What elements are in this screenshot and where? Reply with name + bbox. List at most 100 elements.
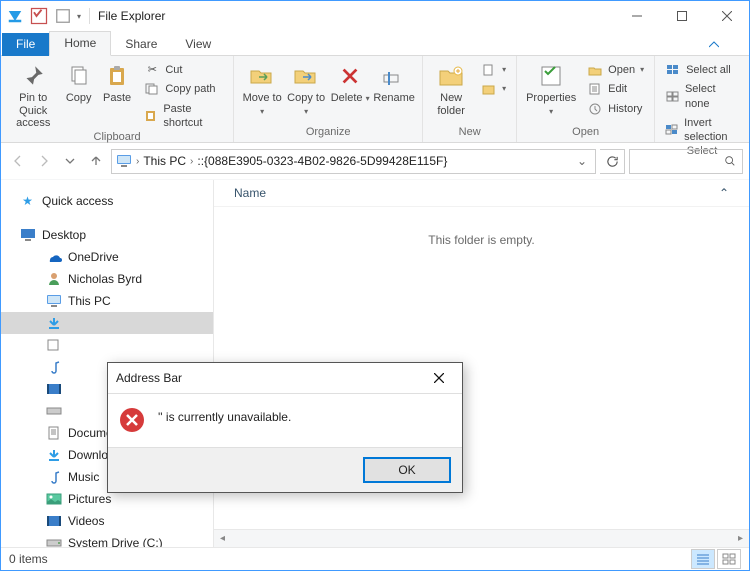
open-icon <box>587 63 603 77</box>
pictures-icon <box>45 491 62 508</box>
download-arrow-icon <box>45 315 62 332</box>
nav-system-drive[interactable]: System Drive (C:) <box>1 532 213 547</box>
pin-icon <box>18 62 48 90</box>
scroll-left-icon[interactable]: ◂ <box>214 530 231 547</box>
drive-c-icon <box>45 535 62 548</box>
nav-quick-access[interactable]: ★Quick access <box>1 190 213 212</box>
folder-icon <box>45 337 62 354</box>
properties-button[interactable]: Properties ▾ <box>523 58 579 117</box>
tab-file[interactable]: File <box>2 33 49 56</box>
easy-access-icon <box>481 82 497 96</box>
properties-icon <box>536 62 566 90</box>
rename-button[interactable]: Rename <box>372 58 416 105</box>
column-name[interactable]: Name <box>214 186 719 200</box>
recent-dropdown[interactable] <box>59 150 81 172</box>
nav-this-pc[interactable]: This PC <box>1 290 213 312</box>
paste-shortcut-icon <box>144 109 158 123</box>
app-icon <box>5 6 25 26</box>
edit-icon <box>587 82 603 96</box>
help-button[interactable]: ? <box>729 47 749 55</box>
copy-path-button[interactable]: Copy path <box>140 81 227 97</box>
pc-icon <box>45 293 62 310</box>
dialog-title: Address Bar <box>116 371 182 385</box>
dialog-close-button[interactable] <box>424 364 454 392</box>
move-to-icon <box>247 62 277 90</box>
copy-button[interactable]: Copy <box>59 58 97 105</box>
history-icon <box>587 102 603 116</box>
breadcrumb-pc-icon <box>116 153 132 169</box>
ribbon-collapse-button[interactable] <box>699 37 729 55</box>
paste-button[interactable]: Paste <box>98 58 136 105</box>
paste-icon <box>102 62 132 90</box>
paste-shortcut-button[interactable]: Paste shortcut <box>140 101 227 132</box>
select-none-button[interactable]: Select none <box>661 81 743 112</box>
history-button[interactable]: History <box>583 101 648 117</box>
new-folder-icon <box>436 62 466 90</box>
select-all-button[interactable]: Select all <box>661 62 743 78</box>
video-icon <box>45 381 62 398</box>
nav-onedrive[interactable]: OneDrive <box>1 246 213 268</box>
nav-item-generic1[interactable] <box>1 334 213 356</box>
breadcrumb-part-this-pc[interactable]: This PC <box>141 154 188 168</box>
minimize-button[interactable] <box>614 2 659 31</box>
status-item-count: 0 items <box>9 552 48 566</box>
tab-view[interactable]: View <box>171 33 225 56</box>
copy-to-button[interactable]: Copy to ▾ <box>284 58 328 117</box>
cut-icon: ✂ <box>144 63 160 77</box>
chevron-right-icon: › <box>134 156 141 167</box>
downloads-icon <box>45 447 62 464</box>
edit-button[interactable]: Edit <box>583 81 648 97</box>
delete-icon <box>335 62 365 90</box>
sort-chevron-icon[interactable]: ⌃ <box>719 186 749 200</box>
ribbon: Pin to Quick access Copy Paste ✂Cut Copy… <box>1 56 749 143</box>
copy-icon <box>64 62 94 90</box>
dialog-message: '' is currently unavailable. <box>158 406 291 424</box>
music-icon <box>45 469 62 486</box>
maximize-button[interactable] <box>659 2 704 31</box>
delete-button[interactable]: Delete ▾ <box>328 58 372 105</box>
dialog-ok-button[interactable]: OK <box>364 458 450 482</box>
desktop-icon <box>19 227 36 244</box>
nav-videos[interactable]: Videos <box>1 510 213 532</box>
new-item-button[interactable]: ▾ <box>477 62 510 78</box>
error-dialog: Address Bar '' is currently unavailable.… <box>107 362 463 493</box>
group-open-label: Open <box>523 126 648 140</box>
view-details-button[interactable] <box>691 549 715 569</box>
qat-properties-icon[interactable] <box>29 6 49 26</box>
tab-home[interactable]: Home <box>49 31 111 56</box>
easy-access-button[interactable]: ▾ <box>477 81 510 97</box>
title-separator <box>89 8 90 24</box>
up-button[interactable] <box>85 150 107 172</box>
new-folder-button[interactable]: New folder <box>429 58 473 117</box>
back-button[interactable] <box>7 150 29 172</box>
breadcrumb[interactable]: › This PC › ::{088E3905-0323-4B02-9826-5… <box>111 149 596 174</box>
titlebar: ▾ File Explorer <box>1 1 749 31</box>
group-new-label: New <box>429 126 510 140</box>
music-note-icon <box>45 359 62 376</box>
forward-button[interactable] <box>33 150 55 172</box>
status-bar: 0 items <box>1 548 749 570</box>
tab-share[interactable]: Share <box>111 33 171 56</box>
column-header[interactable]: Name ⌃ <box>214 180 749 207</box>
nav-current-folder[interactable] <box>1 312 213 334</box>
documents-icon <box>45 425 62 442</box>
horizontal-scrollbar[interactable]: ◂ ▸ <box>214 529 749 547</box>
onedrive-icon <box>45 249 62 266</box>
qat-dropdown-icon[interactable] <box>53 6 73 26</box>
refresh-button[interactable] <box>600 149 625 174</box>
scroll-right-icon[interactable]: ▸ <box>732 530 749 547</box>
nav-desktop[interactable]: Desktop <box>1 224 213 246</box>
breadcrumb-dropdown[interactable]: ⌄ <box>571 154 593 168</box>
invert-selection-button[interactable]: Invert selection <box>661 115 743 146</box>
open-button[interactable]: Open ▾ <box>583 62 648 78</box>
pin-to-quick-access-button[interactable]: Pin to Quick access <box>7 58 59 130</box>
view-large-icons-button[interactable] <box>717 549 741 569</box>
breadcrumb-part-guid[interactable]: ::{088E3905-0323-4B02-9826-5D99428E115F} <box>195 154 449 168</box>
close-button[interactable] <box>704 2 749 31</box>
move-to-button[interactable]: Move to ▾ <box>240 58 284 117</box>
nav-user[interactable]: Nicholas Byrd <box>1 268 213 290</box>
copy-path-icon <box>144 82 160 96</box>
search-input[interactable] <box>629 149 743 174</box>
qat-more-icon[interactable]: ▾ <box>77 12 81 21</box>
cut-button[interactable]: ✂Cut <box>140 62 227 78</box>
